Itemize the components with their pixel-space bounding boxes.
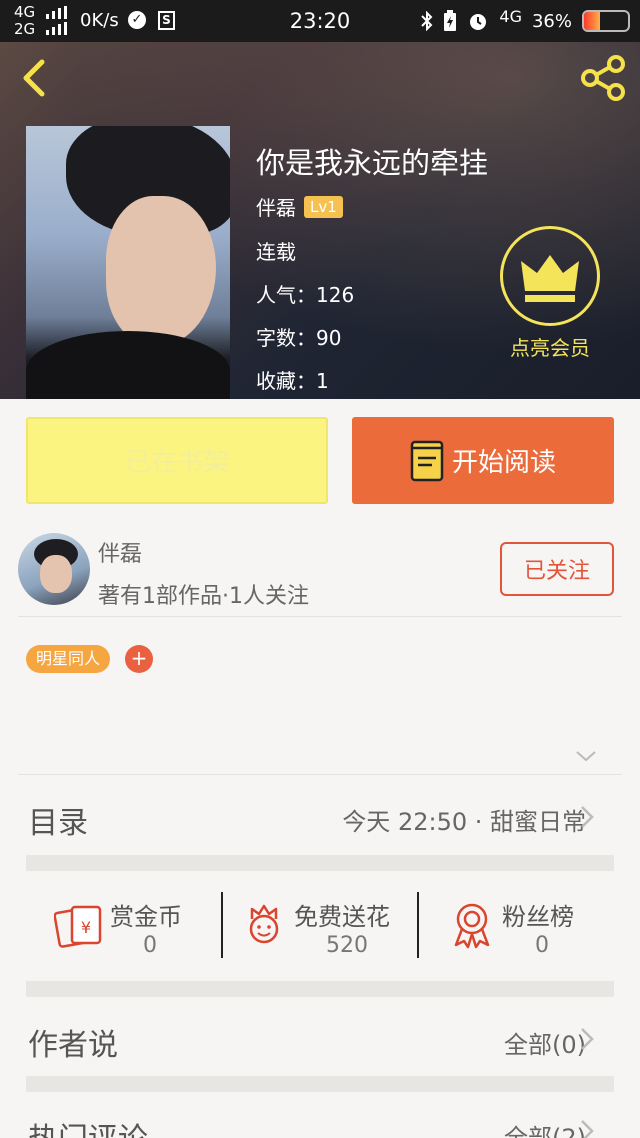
hot-comments-all[interactable]: 全部(2) xyxy=(504,1118,586,1138)
cover-figure-shirt xyxy=(26,331,230,399)
vip-label[interactable]: 点亮会员 xyxy=(490,332,610,361)
book-cover[interactable] xyxy=(26,126,230,399)
book-title: 你是我永远的牵挂 xyxy=(256,146,489,180)
fan-ranking-label: 粉丝榜 xyxy=(502,903,574,931)
battery-fill xyxy=(584,12,600,30)
author-notes-label[interactable]: 作者说 xyxy=(28,1020,118,1064)
award-ribbon-icon xyxy=(454,903,490,949)
red-envelope-icon: ¥ xyxy=(54,905,102,948)
divider xyxy=(18,774,622,775)
level-badge: Lv1 xyxy=(304,195,343,218)
status-bar: 4G 2G 0K/s ✓ S 23:20 4G 36% xyxy=(0,0,640,42)
back-icon[interactable] xyxy=(16,56,52,100)
chevron-right-icon[interactable] xyxy=(578,804,596,830)
crown-icon xyxy=(521,255,579,302)
start-reading-button[interactable]: 开始阅读 xyxy=(352,417,614,504)
start-reading-label: 开始阅读 xyxy=(451,448,556,478)
author-name[interactable]: 伴磊 xyxy=(98,536,142,568)
section-divider xyxy=(26,1076,614,1092)
free-flowers-value: 520 xyxy=(326,933,368,958)
author-row: 伴磊 Lv1 xyxy=(256,192,343,221)
chevron-right-icon[interactable] xyxy=(578,1026,596,1052)
avatar-face xyxy=(40,555,72,593)
section-divider xyxy=(26,855,614,871)
book-status: 连载 xyxy=(256,240,296,264)
catalog-latest[interactable]: 今天 22:50 · 甜蜜日常 xyxy=(342,802,586,837)
stat-separator xyxy=(221,892,223,958)
author-notes-all[interactable]: 全部(0) xyxy=(504,1025,586,1060)
reward-coins-value: 0 xyxy=(143,933,157,958)
network-right-label: 4G xyxy=(499,7,522,26)
vip-button[interactable] xyxy=(500,226,600,326)
free-flowers-label: 免费送花 xyxy=(294,903,390,931)
reward-coins-label: 赏金币 xyxy=(110,903,182,931)
on-shelf-button[interactable]: 已在书架 xyxy=(26,417,328,504)
flower-icon xyxy=(249,904,279,944)
svg-text:¥: ¥ xyxy=(81,918,91,937)
stat-separator xyxy=(417,892,419,958)
battery-percent: 36% xyxy=(531,10,572,32)
add-tag-button[interactable]: + xyxy=(125,645,153,673)
tag-item[interactable]: 明星同人 xyxy=(26,645,111,673)
book-icon xyxy=(410,440,444,481)
catalog-label[interactable]: 目录 xyxy=(28,798,88,842)
divider xyxy=(18,616,622,617)
bluetooth-icon xyxy=(421,11,433,31)
status-right: 4G 36% xyxy=(421,6,630,36)
section-divider xyxy=(26,981,614,997)
cover-figure-face xyxy=(106,196,216,346)
book-word-count: 字数：90 xyxy=(256,326,342,350)
book-popularity: 人气：126 xyxy=(256,283,355,307)
chevron-right-icon[interactable] xyxy=(578,1118,596,1138)
book-header: 你是我永远的牵挂 伴磊 Lv1 连载 人气：126 字数：90 收藏：1 点亮会… xyxy=(0,42,640,399)
hot-comments-label[interactable]: 热门评论 xyxy=(28,1114,148,1138)
reward-coins-stat[interactable]: ¥ 赏金币 0 xyxy=(50,893,200,963)
battery-saver-icon xyxy=(444,10,457,31)
book-author[interactable]: 伴磊 xyxy=(256,192,296,221)
fan-ranking-stat[interactable]: 粉丝榜 0 xyxy=(448,893,598,963)
fan-ranking-value: 0 xyxy=(535,933,549,958)
avatar[interactable] xyxy=(18,533,90,605)
follow-button[interactable]: 已关注 xyxy=(500,542,614,596)
free-flowers-stat[interactable]: 免费送花 520 xyxy=(240,893,410,963)
battery-icon xyxy=(582,10,630,32)
chevron-down-icon[interactable] xyxy=(574,748,598,764)
alarm-icon xyxy=(470,14,487,30)
share-icon[interactable] xyxy=(580,54,628,102)
book-favorites: 收藏：1 xyxy=(256,369,329,393)
author-stats: 著有1部作品·1人关注 xyxy=(98,584,309,609)
